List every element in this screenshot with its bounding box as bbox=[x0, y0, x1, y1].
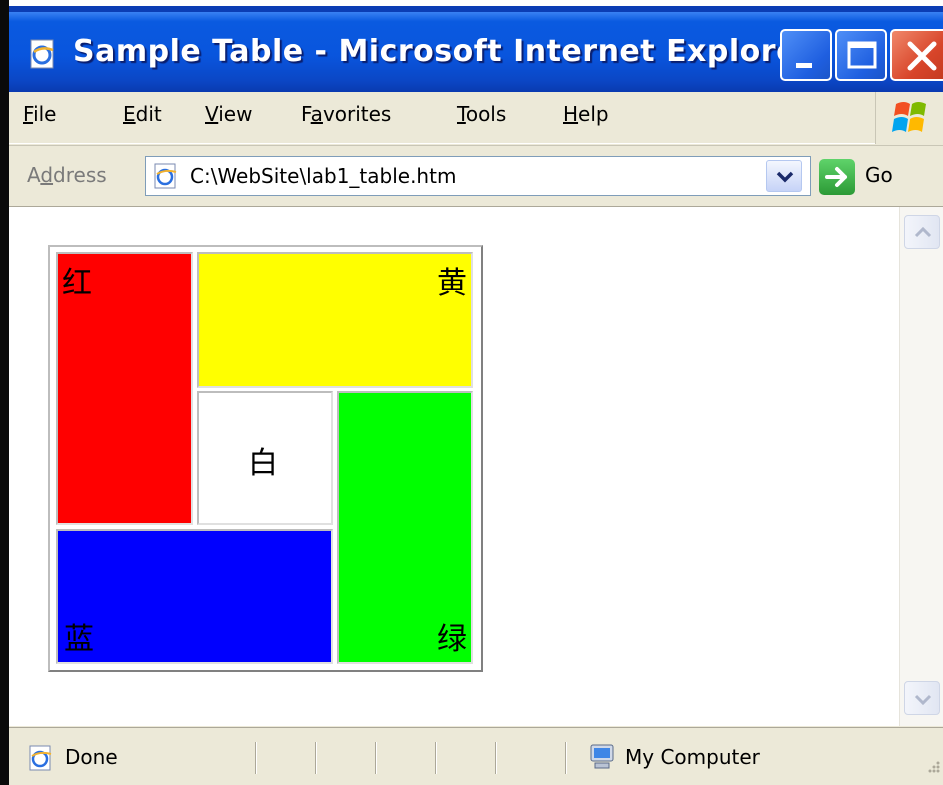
menu-edit[interactable]: Edit bbox=[123, 102, 162, 126]
scroll-up-button[interactable] bbox=[904, 215, 940, 249]
cell-green-label: 绿 bbox=[437, 622, 467, 657]
ie-page-icon bbox=[30, 39, 54, 69]
ie-page-icon bbox=[29, 745, 52, 771]
cell-white: 白 bbox=[197, 391, 333, 525]
menu-file[interactable]: File bbox=[23, 102, 56, 126]
address-url: C:\WebSite\lab1_table.htm bbox=[190, 164, 457, 188]
status-separator bbox=[565, 742, 567, 774]
cell-red: 红 bbox=[56, 252, 193, 525]
window-left-edge bbox=[0, 0, 9, 785]
status-text: Done bbox=[65, 745, 118, 769]
close-icon bbox=[907, 41, 937, 71]
go-button[interactable] bbox=[819, 159, 855, 195]
maximize-icon bbox=[847, 41, 877, 69]
menu-view[interactable]: View bbox=[205, 102, 252, 126]
title-bar[interactable]: Sample Table - Microsoft Internet Explor… bbox=[9, 12, 943, 92]
security-zone: My Computer bbox=[625, 745, 760, 769]
address-bar: Address C:\WebSite\lab1_table.htm Go bbox=[9, 145, 943, 207]
address-label: Address bbox=[27, 163, 107, 187]
window-title: Sample Table - Microsoft Internet Explor… bbox=[73, 34, 813, 69]
maximize-button[interactable] bbox=[835, 29, 887, 81]
cell-yellow: 黄 bbox=[197, 252, 473, 388]
address-dropdown-button[interactable] bbox=[766, 160, 802, 192]
resize-grip-icon[interactable] bbox=[921, 758, 941, 778]
cell-green: 绿 bbox=[337, 391, 473, 664]
minimize-button[interactable] bbox=[780, 29, 832, 81]
status-bar: Done My Computer bbox=[9, 727, 943, 785]
chevron-down-icon bbox=[776, 171, 794, 183]
close-button[interactable] bbox=[890, 29, 943, 81]
status-separator bbox=[255, 742, 257, 774]
cell-blue: 蓝 bbox=[56, 529, 333, 664]
windows-logo bbox=[875, 92, 943, 144]
my-computer-icon bbox=[590, 744, 614, 769]
ie-page-icon bbox=[154, 163, 177, 189]
scroll-down-button[interactable] bbox=[904, 681, 940, 715]
cell-red-label: 红 bbox=[62, 266, 92, 301]
go-arrow-icon bbox=[825, 167, 847, 187]
browser-window: Sample Table - Microsoft Internet Explor… bbox=[0, 0, 943, 785]
cell-yellow-label: 黄 bbox=[437, 266, 467, 301]
address-input[interactable]: C:\WebSite\lab1_table.htm bbox=[145, 156, 811, 196]
status-separator bbox=[495, 742, 497, 774]
windows-flag-icon bbox=[892, 102, 926, 132]
menu-favorites[interactable]: Favorites bbox=[301, 102, 391, 126]
menu-help[interactable]: Help bbox=[563, 102, 609, 126]
go-label[interactable]: Go bbox=[865, 163, 893, 187]
status-separator bbox=[315, 742, 317, 774]
cell-white-label: 白 bbox=[248, 446, 278, 481]
window-top-edge bbox=[0, 0, 943, 12]
status-separator bbox=[435, 742, 437, 774]
scroll-up-icon bbox=[914, 226, 932, 238]
menu-tools[interactable]: Tools bbox=[457, 102, 506, 126]
scroll-down-icon bbox=[914, 694, 932, 706]
status-separator bbox=[375, 742, 377, 774]
menu-bar: File Edit View Favorites Tools Help bbox=[9, 92, 943, 144]
minimize-icon bbox=[796, 63, 812, 68]
vertical-scrollbar[interactable] bbox=[899, 207, 943, 726]
cell-blue-label: 蓝 bbox=[64, 622, 94, 657]
